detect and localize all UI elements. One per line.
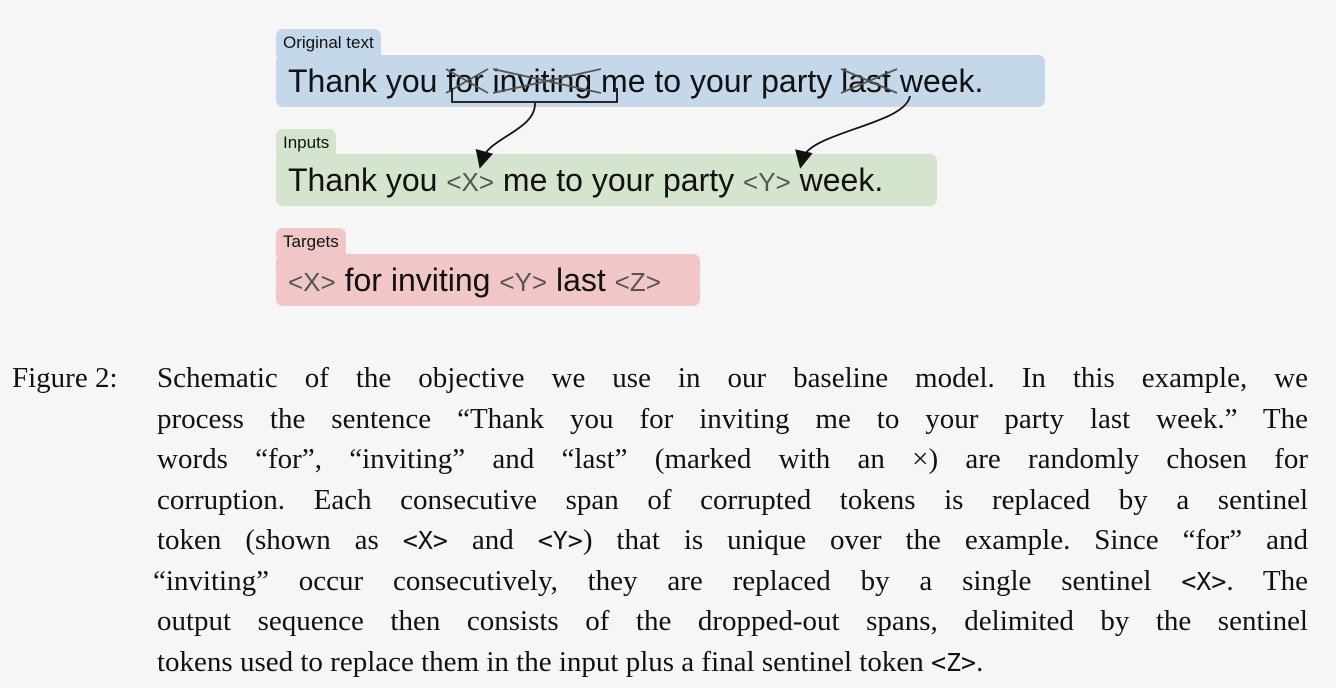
- caption-text: token (shown as: [157, 524, 403, 556]
- caption-text: tokens used to replace them in the input…: [157, 645, 931, 678]
- caption-body: Schematic of the objective we use in our…: [153, 358, 1308, 683]
- arrow-to-x: [475, 102, 536, 169]
- caption-line: “inviting” occur consecutively, they are…: [153, 561, 1308, 602]
- caption-text: and: [447, 524, 538, 556]
- caption-code-x: <X>: [1181, 566, 1227, 596]
- caption-text: . The: [1226, 564, 1309, 597]
- caption-label: Figure 2:: [12, 362, 118, 394]
- caption-text: ) that is unique over the example. Since…: [582, 524, 1308, 556]
- span-bracket: [451, 88, 618, 103]
- caption-line: token (shown as <X> and <Y>) that is uni…: [157, 520, 1308, 561]
- caption-text: “inviting” occur consecutively, they are…: [153, 564, 1182, 597]
- caption-line: words “for”, “inviting” and “last” (mark…: [157, 443, 1308, 475]
- caption-code-z: <Z>: [930, 647, 977, 677]
- caption-code-y: <Y>: [537, 526, 583, 555]
- caption-line: tokens used to replace them in the input…: [157, 642, 1308, 683]
- arrows-overlay: [451, 88, 911, 169]
- caption-line: process the sentence “Thank you for invi…: [157, 402, 1308, 435]
- caption-line: Schematic of the objective we use in our…: [157, 362, 1308, 394]
- caption-text: .: [976, 645, 984, 678]
- arrow-to-y: [795, 95, 911, 169]
- figure-diagram: Original text Thank you for inviting me …: [0, 0, 1336, 320]
- caption-line: output sequence then consists of the dro…: [157, 605, 1308, 637]
- caption-line: corruption. Each consecutive span of cor…: [157, 483, 1308, 516]
- caption-code-x: <X>: [402, 526, 448, 555]
